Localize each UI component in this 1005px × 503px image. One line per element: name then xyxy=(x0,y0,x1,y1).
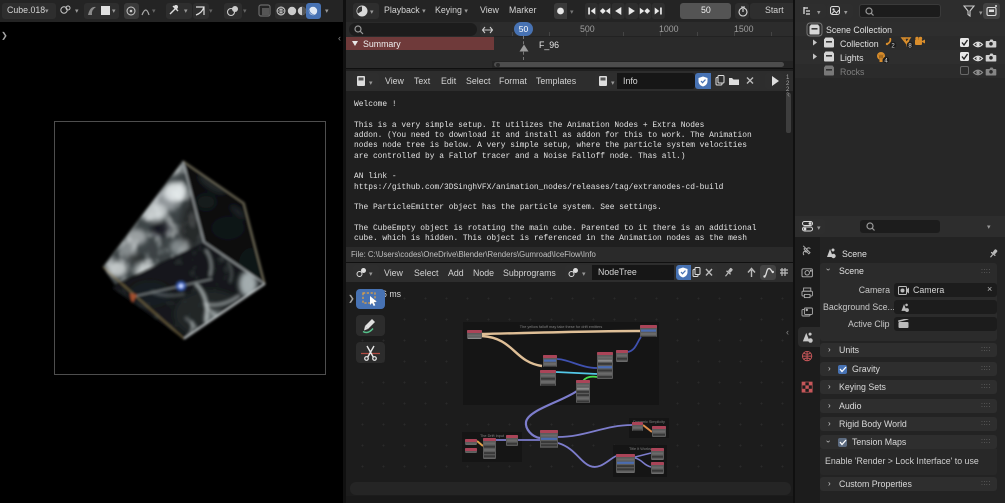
svg-text:▾: ▾ xyxy=(369,271,373,278)
svg-text:▾: ▾ xyxy=(152,8,156,15)
svg-text:▾: ▾ xyxy=(370,9,374,16)
svg-text:▾: ▾ xyxy=(817,225,821,232)
svg-text:Title It Works: Title It Works xyxy=(629,447,651,451)
svg-text:▾: ▾ xyxy=(209,8,213,15)
svg-text:▾: ▾ xyxy=(570,9,574,16)
svg-text:▾: ▾ xyxy=(844,10,848,17)
svg-text:▾: ▾ xyxy=(75,8,79,15)
svg-text:▾: ▾ xyxy=(369,80,373,87)
svg-text:The yellow falloff may take th: The yellow falloff may take these for dr… xyxy=(520,325,603,329)
svg-text:▾: ▾ xyxy=(184,8,188,15)
svg-text:▾: ▾ xyxy=(817,10,821,17)
svg-text:The Drift Input: The Drift Input xyxy=(480,434,505,438)
svg-text:▾: ▾ xyxy=(325,8,329,15)
svg-text:▾: ▾ xyxy=(112,8,116,15)
svg-text:▾: ▾ xyxy=(243,8,247,15)
svg-text:▾: ▾ xyxy=(611,80,615,87)
svg-text:▾: ▾ xyxy=(582,271,586,278)
